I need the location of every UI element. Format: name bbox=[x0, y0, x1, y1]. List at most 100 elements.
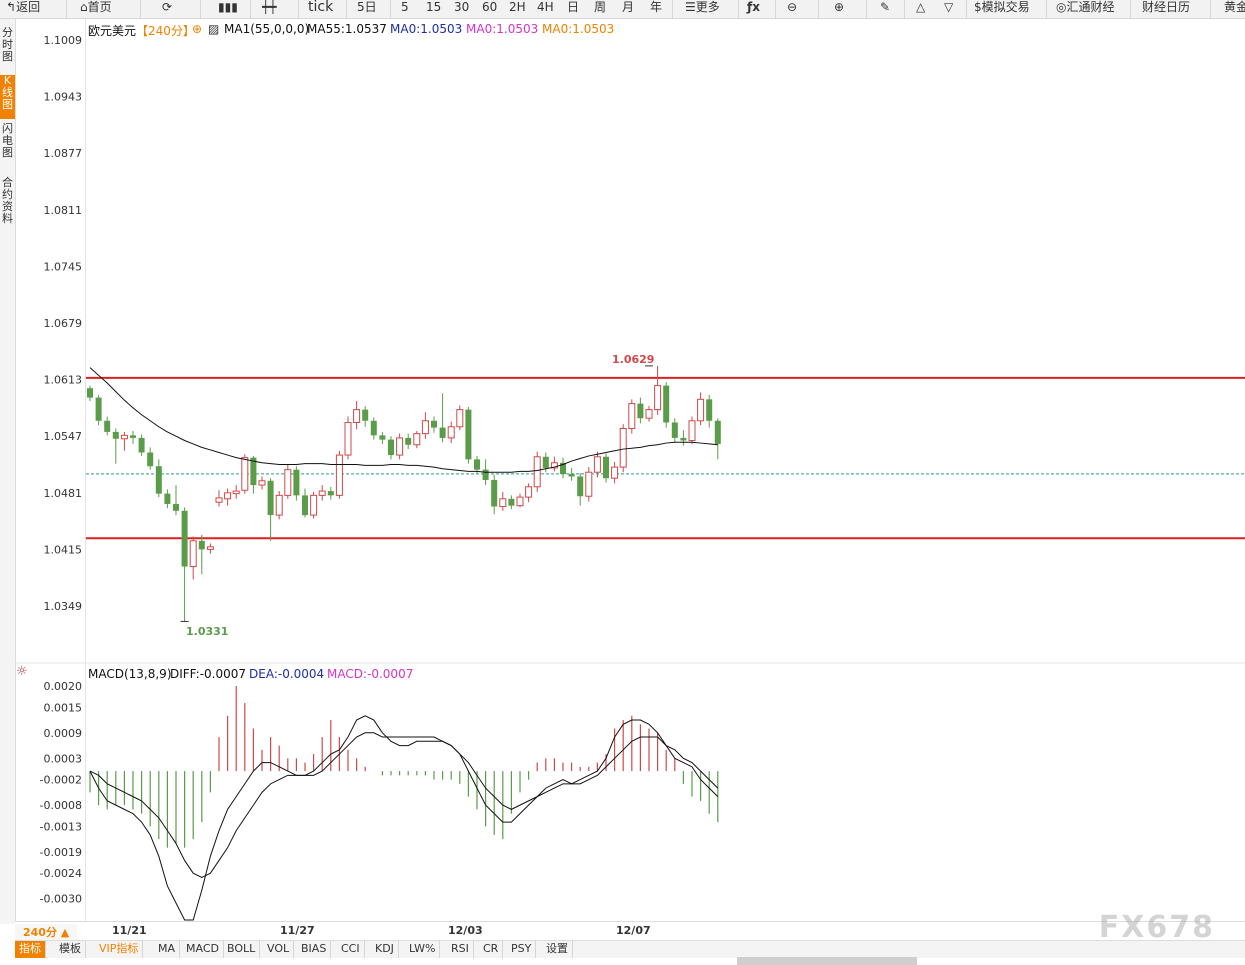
candle-body bbox=[112, 431, 119, 439]
candle-body bbox=[258, 480, 266, 486]
candle-body bbox=[130, 435, 136, 438]
candle-body bbox=[344, 421, 352, 456]
candle-body bbox=[474, 459, 480, 470]
tab-boll[interactable]: BOLL bbox=[223, 941, 261, 958]
tab-cr[interactable]: CR bbox=[479, 941, 504, 958]
candle-body bbox=[568, 473, 575, 477]
candle-body bbox=[405, 437, 412, 445]
candle-body bbox=[645, 409, 653, 419]
candle-body bbox=[396, 437, 404, 456]
candle-body bbox=[447, 426, 455, 439]
candle-body bbox=[379, 435, 386, 440]
macd-y-tick-label: 0.0009 bbox=[44, 727, 83, 740]
candle-body bbox=[362, 409, 369, 421]
symbol-name: 欧元美元 bbox=[88, 24, 137, 38]
candle-body bbox=[465, 409, 472, 460]
candle-body bbox=[619, 427, 627, 468]
candle-body bbox=[335, 454, 343, 496]
y-tick-label: 1.0943 bbox=[44, 91, 83, 104]
candle-body bbox=[370, 420, 377, 436]
tab-templates[interactable]: 模板 bbox=[55, 941, 86, 958]
x-label: 12/03 bbox=[448, 924, 483, 937]
horizontal-scrollbar[interactable] bbox=[737, 957, 917, 965]
macd-y-tick-label: -0.0030 bbox=[40, 893, 82, 906]
tab-kdj[interactable]: KDJ bbox=[371, 941, 399, 958]
tab-vol[interactable]: VOL bbox=[263, 941, 295, 958]
candle-body bbox=[654, 385, 662, 411]
y-tick-label: 1.0481 bbox=[44, 487, 83, 500]
tab-indicators[interactable]: 指标 bbox=[15, 941, 46, 958]
candle-body bbox=[318, 490, 326, 496]
candle-body bbox=[155, 466, 162, 494]
tab-vip[interactable]: VIP指标 bbox=[95, 941, 144, 958]
candle-body bbox=[388, 439, 394, 456]
tab-cci[interactable]: CCI bbox=[337, 941, 365, 958]
y-tick-label: 1.0613 bbox=[44, 374, 83, 387]
candle-body bbox=[680, 437, 687, 441]
candle-body bbox=[302, 495, 308, 516]
ma-params: MA1(55,0,0,0) bbox=[224, 22, 310, 36]
candle-body bbox=[95, 397, 102, 421]
candle-body bbox=[714, 420, 721, 444]
candle-body bbox=[533, 456, 541, 488]
y-tick-label: 1.0811 bbox=[44, 204, 83, 217]
macd-y-tick-label: 0.0020 bbox=[44, 680, 83, 693]
macd-y-tick-label: -0.0013 bbox=[40, 820, 82, 833]
tab-macd[interactable]: MACD bbox=[182, 941, 224, 958]
tab-ma[interactable]: MA bbox=[154, 941, 181, 958]
candle-body bbox=[525, 486, 533, 498]
x-label: 11/27 bbox=[280, 924, 315, 937]
candle-body bbox=[516, 496, 524, 507]
period-badge[interactable]: 240分 ▲ bbox=[15, 924, 78, 940]
settings-small-icon[interactable]: ⊕ bbox=[192, 22, 202, 36]
candle-body bbox=[421, 420, 429, 435]
candle-body bbox=[164, 493, 171, 504]
macd-settings-icon[interactable]: ☼ bbox=[16, 664, 28, 679]
candle-body bbox=[267, 480, 274, 516]
candle-body bbox=[215, 497, 223, 503]
y-tick-label: 1.0679 bbox=[44, 317, 83, 330]
candle-body bbox=[138, 437, 145, 453]
macd-y-tick-label: 0.0003 bbox=[44, 752, 83, 765]
ma0-value-3: MA0:1.0503 bbox=[542, 22, 615, 36]
x-label: 12/07 bbox=[616, 924, 651, 937]
indicator-tabs: 指标 模板 VIP指标 MA MACD BOLL VOL BIAS CCI KD… bbox=[15, 940, 1245, 958]
ma0-value-1: MA0:1.0503 bbox=[390, 22, 463, 36]
y-tick-label: 1.0877 bbox=[44, 147, 83, 160]
candle-body bbox=[232, 490, 240, 495]
candle-body bbox=[173, 503, 179, 511]
chart-canvas[interactable]: 1.1009 1.0943 1.0877 1.0811 1.0745 1.0679 1.06… bbox=[0, 0, 1245, 965]
tab-rsi[interactable]: RSI bbox=[447, 941, 474, 958]
candle-body bbox=[198, 540, 205, 550]
candle-body bbox=[585, 471, 593, 497]
candle-body bbox=[593, 456, 601, 473]
tab-psy[interactable]: PSY bbox=[507, 941, 537, 958]
candle-body bbox=[353, 409, 361, 423]
candle-body bbox=[206, 546, 214, 550]
candle-body bbox=[491, 479, 498, 507]
candle-body bbox=[603, 456, 609, 479]
candle-body bbox=[224, 492, 232, 500]
candle-body bbox=[431, 420, 437, 428]
macd-dea: DEA:-0.0004 bbox=[249, 667, 325, 681]
high-price-label: 1.0629 bbox=[612, 353, 655, 366]
macd-diff: DIFF:-0.0007 bbox=[170, 667, 247, 681]
tab-lw[interactable]: LW% bbox=[405, 941, 441, 958]
candle-body bbox=[577, 476, 584, 497]
candle-body bbox=[181, 510, 188, 567]
ma0-value-2: MA0:1.0503 bbox=[466, 22, 539, 36]
chart-type-icon[interactable]: ▨ bbox=[208, 22, 219, 36]
y-tick-label: 1.1009 bbox=[44, 34, 83, 47]
tab-settings[interactable]: 设置 bbox=[542, 941, 573, 958]
candle-body bbox=[310, 494, 318, 516]
candle-body bbox=[706, 399, 713, 421]
low-price-label: 1.0331 bbox=[186, 625, 229, 638]
candle-body bbox=[697, 398, 705, 422]
tab-bias[interactable]: BIAS bbox=[297, 941, 332, 958]
macd-macd: MACD:-0.0007 bbox=[327, 667, 414, 681]
candle-body bbox=[439, 427, 446, 438]
y-tick-label: 1.0547 bbox=[44, 430, 83, 443]
macd-y-tick-label: -0.0002 bbox=[40, 774, 82, 787]
watermark-logo: FX678 bbox=[1098, 910, 1215, 945]
candle-body bbox=[499, 498, 507, 508]
